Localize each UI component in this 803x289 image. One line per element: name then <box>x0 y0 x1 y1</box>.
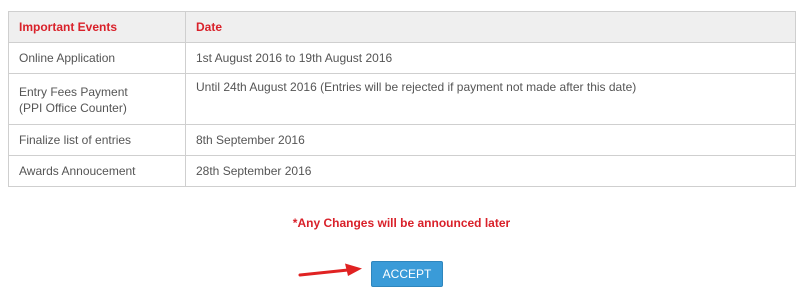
table-row: Finalize list of entries 8th September 2… <box>8 124 796 156</box>
red-arrow-icon <box>298 263 362 277</box>
accept-button[interactable]: ACCEPT <box>371 261 443 287</box>
header-important-events: Important Events <box>8 11 186 43</box>
event-date: 1st August 2016 to 19th August 2016 <box>185 42 796 74</box>
event-name-line1: Entry Fees Payment <box>19 84 128 99</box>
event-name: Entry Fees Payment (PPI Office Counter) <box>8 73 186 125</box>
event-name-line2: (PPI Office Counter) <box>19 100 127 115</box>
event-date: 8th September 2016 <box>185 124 796 156</box>
header-date: Date <box>185 11 796 43</box>
event-name: Awards Annoucement <box>8 155 186 187</box>
event-name: Finalize list of entries <box>8 124 186 156</box>
event-name: Online Application <box>8 42 186 74</box>
table-row: Awards Annoucement 28th September 2016 <box>8 155 796 187</box>
changes-notice: *Any Changes will be announced later <box>292 216 511 230</box>
events-table: Important Events Date Online Application… <box>8 11 796 187</box>
event-date: 28th September 2016 <box>185 155 796 187</box>
table-header-row: Important Events Date <box>8 11 796 43</box>
table-row: Entry Fees Payment (PPI Office Counter) … <box>8 73 796 125</box>
table-row: Online Application 1st August 2016 to 19… <box>8 42 796 74</box>
event-date: Until 24th August 2016 (Entries will be … <box>185 73 796 125</box>
